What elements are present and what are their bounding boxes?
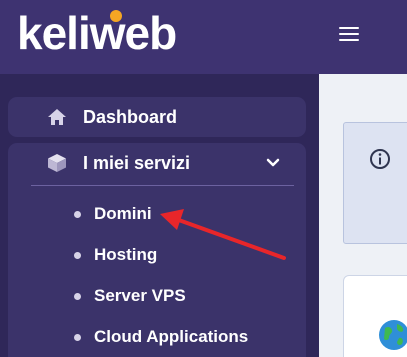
logo-dot — [110, 10, 122, 22]
logo-text: keliweb — [17, 7, 176, 56]
submenu-item-hosting[interactable]: Hosting — [74, 241, 157, 269]
divider — [31, 185, 294, 186]
submenu-item-domini[interactable]: Domini — [74, 200, 152, 228]
submenu-item-label: Domini — [94, 204, 152, 223]
submenu-item-label: Cloud Applications — [94, 327, 249, 346]
hamburger-menu-icon[interactable] — [337, 25, 361, 43]
submenu-item-label: Server VPS — [94, 286, 186, 305]
keliweb-logo[interactable]: keliweb — [17, 4, 197, 56]
info-icon — [370, 149, 390, 169]
chevron-down-icon[interactable] — [265, 155, 281, 171]
submenu-item-label: Hosting — [94, 245, 158, 264]
top-bar: keliweb — [0, 0, 407, 74]
bullet-icon — [74, 210, 81, 218]
sidebar-item-dashboard[interactable]: Dashboard — [8, 97, 306, 137]
submenu-item-cloud-applications[interactable]: Cloud Applications — [74, 323, 248, 351]
box-icon — [48, 154, 66, 172]
bullet-icon — [74, 251, 81, 259]
submenu-item-server-vps[interactable]: Server VPS — [74, 282, 186, 310]
sidebar-item-label: I miei servizi — [83, 153, 191, 173]
sidebar-item-label: Dashboard — [83, 107, 178, 127]
bullet-icon — [74, 292, 81, 300]
globe-icon — [379, 320, 407, 350]
home-icon — [48, 109, 66, 125]
info-alert-box — [343, 122, 407, 244]
bullet-icon — [74, 333, 81, 341]
sidebar-item-my-services[interactable]: I miei servizi — [8, 143, 306, 183]
